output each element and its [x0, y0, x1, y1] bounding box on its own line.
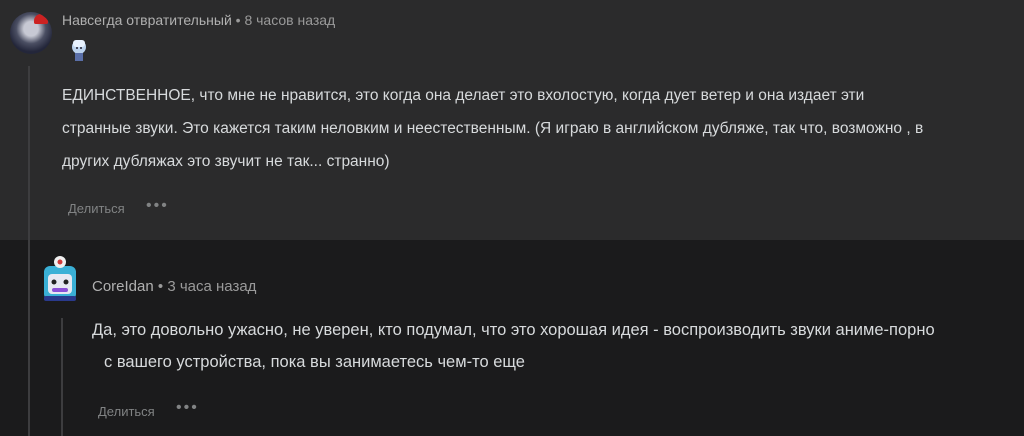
santa-hat-icon: [34, 12, 51, 24]
share-button[interactable]: Делиться: [68, 201, 125, 216]
comment-body: ЕДИНСТВЕННОЕ, что мне не нравится, это к…: [62, 79, 923, 178]
comment-line: с вашего устройства, пока вы занимаетесь…: [104, 353, 525, 371]
timestamp[interactable]: 8 часов назад: [244, 12, 335, 28]
share-button[interactable]: Делиться: [98, 404, 155, 419]
timestamp[interactable]: 3 часа назад: [167, 278, 256, 295]
meta-separator: •: [153, 278, 168, 295]
thread-line[interactable]: [61, 318, 63, 436]
avatar[interactable]: [10, 12, 52, 54]
thread-line[interactable]: [28, 66, 30, 240]
thread-line[interactable]: [28, 240, 30, 436]
comment-body: Да, это довольно ужасно, не уверен, кто …: [92, 314, 935, 378]
comment-meta: CoreIdan • 3 часа назад: [92, 278, 256, 295]
username[interactable]: CoreIdan: [92, 278, 154, 295]
more-options-button[interactable]: •••: [176, 399, 199, 417]
comment-line: ЕДИНСТВЕННОЕ, что мне не нравится, это к…: [62, 87, 865, 104]
comment-line: Да, это довольно ужасно, не уверен, кто …: [92, 321, 935, 339]
comment-line: странные звуки. Это кажется таким неловк…: [62, 120, 924, 137]
avatar[interactable]: [40, 252, 80, 304]
more-options-button[interactable]: •••: [146, 197, 169, 215]
meta-separator: •: [231, 12, 245, 28]
comment-thread: Навсегда отвратительный • 8 часов назад …: [0, 0, 1024, 436]
user-flair-icon: [72, 40, 86, 61]
username[interactable]: Навсегда отвратительный: [62, 12, 232, 28]
comment-meta: Навсегда отвратительный • 8 часов назад: [62, 12, 335, 28]
comment-line: других дубляжах это звучит не так... стр…: [62, 153, 390, 170]
